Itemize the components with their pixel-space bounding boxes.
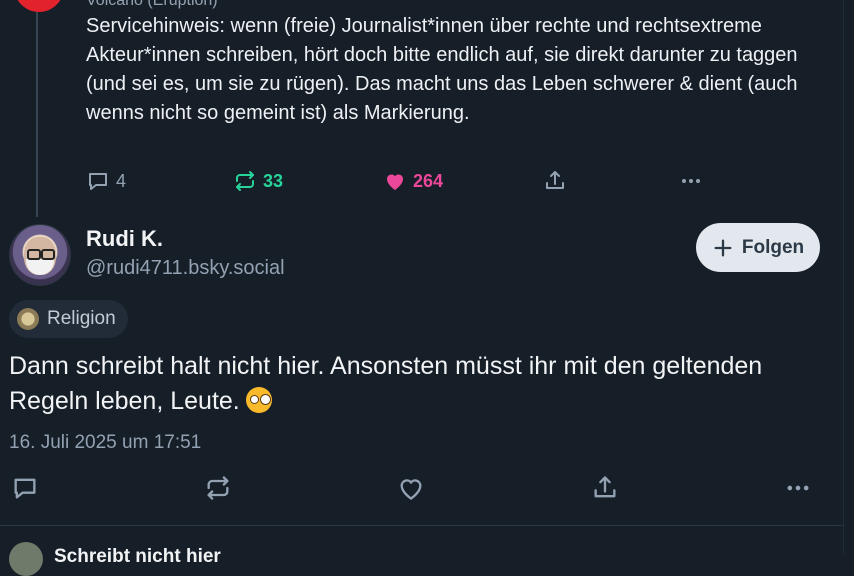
author-handle[interactable]: @rudi4711.bsky.social — [86, 257, 285, 280]
parent-like-button[interactable]: 264 — [383, 168, 443, 194]
parent-post-text: Servicehinweis: wenn (freie) Journalist*… — [86, 15, 798, 124]
share-icon — [594, 476, 616, 498]
scrollbar[interactable] — [843, 0, 854, 555]
author-avatar[interactable] — [9, 224, 71, 286]
repost-icon — [236, 171, 254, 191]
follow-label: Folgen — [741, 236, 805, 258]
label-chip[interactable]: Religion — [9, 300, 128, 338]
repost-button[interactable] — [202, 472, 234, 504]
post-text-body: Dann schreibt halt nicht hier. Ansonsten… — [9, 352, 763, 415]
like-count: 264 — [413, 170, 444, 191]
share-icon — [546, 171, 564, 189]
parent-more-button[interactable] — [679, 168, 703, 194]
repost-icon — [207, 476, 229, 500]
label-chip-text: Religion — [47, 308, 116, 329]
plus-icon — [714, 239, 732, 256]
author-display-name[interactable]: Rudi K. — [86, 226, 163, 252]
woozy-face-icon — [245, 387, 272, 413]
repost-count: 33 — [263, 170, 284, 191]
reply-count: 4 — [116, 170, 127, 191]
parent-avatar[interactable] — [14, 0, 64, 12]
share-button[interactable] — [589, 472, 621, 504]
reply-icon — [14, 478, 36, 499]
like-icon — [387, 174, 403, 190]
more-icon — [682, 179, 700, 183]
more-button[interactable] — [782, 472, 814, 504]
labeler-icon — [17, 308, 39, 330]
next-post-avatar[interactable] — [9, 542, 43, 576]
like-button[interactable] — [395, 472, 427, 504]
reply-icon — [89, 173, 107, 190]
parent-share-button[interactable] — [543, 168, 567, 194]
post-timestamp[interactable]: 16. Juli 2025 um 17:51 — [9, 432, 201, 454]
parent-repost-button[interactable]: 33 — [233, 168, 283, 194]
post-text: Dann schreibt halt nicht hier. Ansonsten… — [9, 349, 829, 419]
more-icon — [787, 485, 809, 491]
parent-header: Volcano (Eruption) — [86, 0, 218, 9]
thread-line — [36, 12, 38, 217]
heart-outline-icon — [400, 479, 422, 500]
next-post-author[interactable]: Schreibt nicht hier — [54, 546, 221, 568]
parent-reply-button[interactable]: 4 — [86, 168, 126, 194]
follow-button[interactable]: Folgen — [696, 223, 820, 272]
reply-button[interactable] — [9, 472, 41, 504]
post-divider — [0, 525, 843, 526]
